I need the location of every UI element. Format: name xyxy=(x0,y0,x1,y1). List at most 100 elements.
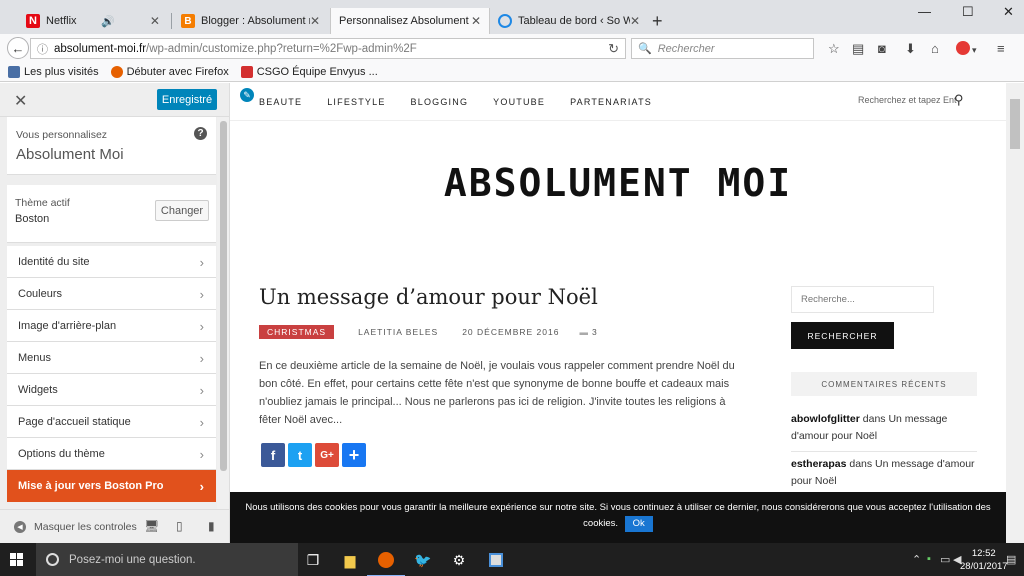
new-tab-button[interactable]: + xyxy=(652,12,663,30)
mobile-preview-icon[interactable]: ▮ xyxy=(208,519,215,533)
post-title[interactable]: Un message d’amour pour Noël xyxy=(259,285,598,309)
close-window-button[interactable]: ✕ xyxy=(1003,4,1014,20)
search-icon[interactable]: ⚲ xyxy=(954,92,964,108)
taskbar-clock[interactable]: 12:52 28/01/2017 xyxy=(960,547,1008,573)
twitter-icon[interactable]: t xyxy=(288,443,312,467)
settings-icon[interactable]: ⚙ xyxy=(448,549,470,571)
nav-link-youtube[interactable]: YOUTUBE xyxy=(493,97,545,107)
firefox-taskbar-icon[interactable] xyxy=(367,549,405,576)
cortana-icon xyxy=(46,553,59,566)
share-buttons: f t G+ + xyxy=(261,443,366,467)
post-excerpt: En ce deuxième article de la semaine de … xyxy=(259,360,735,426)
netflix-icon: N xyxy=(26,14,40,28)
blogger-icon: B xyxy=(181,14,195,28)
notification-icon[interactable]: ▤ xyxy=(1006,553,1016,566)
windows-start-icon[interactable] xyxy=(10,553,24,567)
bookmark-firefox[interactable]: Débuter avec Firefox xyxy=(110,65,229,78)
chevron-right-icon: › xyxy=(199,287,204,302)
home-icon[interactable]: ⌂ xyxy=(931,42,939,55)
preview-scrollbar[interactable] xyxy=(1006,83,1024,543)
menu-item-menus[interactable]: Menus › xyxy=(7,342,216,374)
desktop-preview-icon[interactable]: 🖥 xyxy=(144,519,159,533)
chevron-right-icon: › xyxy=(199,447,204,462)
menu-item-theme-options[interactable]: Options du thème › xyxy=(7,438,216,470)
menu-item-static-front-page[interactable]: Page d'accueil statique › xyxy=(7,406,216,438)
nav-link-blogging[interactable]: BLOGGING xyxy=(411,97,469,107)
cookie-banner: Nous utilisons des cookies pour vous gar… xyxy=(230,492,1006,543)
save-button[interactable]: Enregistré xyxy=(157,89,217,110)
chevron-up-icon[interactable]: ⌃ xyxy=(912,553,921,566)
site-search-input[interactable]: Recherchez et tapez Ent xyxy=(858,95,957,105)
star-icon[interactable]: ☆ xyxy=(828,42,840,55)
firefox-icon xyxy=(110,65,123,78)
close-icon[interactable]: ✕ xyxy=(150,14,160,28)
maximize-button[interactable]: ☐ xyxy=(962,4,974,20)
loading-icon xyxy=(498,14,512,28)
bookmark-most-visited[interactable]: Les plus visités xyxy=(8,65,99,78)
site-logo[interactable]: ABSOLUMENT MOI xyxy=(230,161,1006,205)
share-icon[interactable]: + xyxy=(342,443,366,467)
minimize-button[interactable]: — xyxy=(918,4,931,19)
facebook-icon[interactable]: f xyxy=(261,443,285,467)
menu-item-background-image[interactable]: Image d'arrière-plan › xyxy=(7,310,216,342)
site-title: Absolument Moi xyxy=(16,146,124,163)
menu-item-site-identity[interactable]: Identité du site › xyxy=(7,246,216,278)
url-host: absolument-moi.fr xyxy=(54,42,147,55)
tab-blogger[interactable]: B Blogger : Absolument moi... ✕ xyxy=(173,8,328,34)
customizer-footer: ◀ Masquer les controles 🖥 ▯ ▮ xyxy=(0,509,229,543)
comment-count[interactable]: 3 xyxy=(592,327,598,337)
speaker-icon[interactable]: 🔊 xyxy=(101,15,115,28)
nav-link-partenariats[interactable]: PARTENARIATS xyxy=(570,97,652,107)
download-icon[interactable]: ⬇ xyxy=(905,42,916,55)
app-taskbar-icon[interactable] xyxy=(485,549,507,571)
close-icon[interactable]: ✕ xyxy=(310,14,320,28)
recent-comment-item: abowlofglitter dans Un message d'amour p… xyxy=(791,413,948,442)
search-input[interactable]: 🔍 Rechercher xyxy=(631,38,814,59)
cortana-search-input[interactable]: Posez-moi une question. xyxy=(36,543,298,576)
menu-icon[interactable]: ≡ xyxy=(997,42,1005,55)
info-icon[interactable]: ⓘ xyxy=(37,41,48,57)
file-explorer-icon[interactable]: ▆ xyxy=(339,549,361,571)
chevron-right-icon: › xyxy=(199,479,204,494)
taskbar: Posez-moi une question. ❐ ▆ 🐦 ⚙ ⌃ ▪ ▭ ◀ … xyxy=(0,543,1024,576)
tab-netflix[interactable]: N Netflix 🔊 ✕ xyxy=(18,8,168,34)
help-icon[interactable]: ? xyxy=(194,127,207,140)
site-preview: ✎ BEAUTE LIFESTYLE BLOGGING YOUTUBE PART… xyxy=(230,83,1006,543)
google-plus-icon[interactable]: G+ xyxy=(315,443,339,467)
sidebar-search-button[interactable]: RECHERCHER xyxy=(791,322,894,349)
pocket-icon[interactable]: ◙ xyxy=(878,42,886,55)
twitter-taskbar-icon[interactable]: 🐦 xyxy=(412,549,434,571)
cookie-ok-button[interactable]: Ok xyxy=(624,516,653,532)
hide-controls-button[interactable]: Masquer les controles xyxy=(34,521,137,533)
menu-item-widgets[interactable]: Widgets › xyxy=(7,374,216,406)
chevron-down-icon[interactable]: ▾ xyxy=(972,44,977,57)
back-button[interactable]: ← xyxy=(7,37,29,59)
app-tray-icon[interactable]: ▪ xyxy=(927,553,931,565)
tablet-preview-icon[interactable]: ▯ xyxy=(176,519,183,533)
post-author[interactable]: LAETITIA BELES xyxy=(358,327,438,337)
reading-list-icon[interactable]: ▤ xyxy=(852,42,864,55)
menu-item-colors[interactable]: Couleurs › xyxy=(7,278,216,310)
tab-tableau-de-bord[interactable]: Tableau de bord ‹ So Wor... ✕ xyxy=(490,8,648,34)
comment-icon: ▬ xyxy=(579,327,589,337)
nav-link-lifestyle[interactable]: LIFESTYLE xyxy=(327,97,385,107)
close-icon[interactable]: ✕ xyxy=(14,91,27,111)
collapse-icon[interactable]: ◀ xyxy=(14,520,26,533)
network-icon[interactable]: ▭ xyxy=(940,553,950,566)
reload-icon[interactable]: ↻ xyxy=(608,41,619,57)
close-icon[interactable]: ✕ xyxy=(471,14,481,28)
url-bar[interactable]: ⓘ absolument-moi.fr/wp-admin/customize.p… xyxy=(30,38,626,59)
nav-link-beaute[interactable]: BEAUTE xyxy=(259,97,302,107)
adblock-icon[interactable] xyxy=(956,41,970,55)
edit-shortcut-icon[interactable]: ✎ xyxy=(238,86,256,104)
sidebar-search-input[interactable]: Recherche... xyxy=(791,286,934,313)
chevron-right-icon: › xyxy=(199,383,204,398)
bookmark-csgo[interactable]: CSGO Équipe Envyus ... xyxy=(240,65,378,78)
category-badge[interactable]: CHRISTMAS xyxy=(259,325,335,339)
tab-customizer[interactable]: Personnalisez Absolument Mo... ✕ xyxy=(330,8,490,34)
menu-item-upgrade-pro[interactable]: Mise à jour vers Boston Pro › xyxy=(7,470,216,502)
change-theme-button[interactable]: Changer xyxy=(155,200,209,221)
sidebar-scrollbar[interactable] xyxy=(217,117,229,509)
task-view-icon[interactable]: ❐ xyxy=(302,549,324,571)
close-icon[interactable]: ✕ xyxy=(630,14,640,28)
